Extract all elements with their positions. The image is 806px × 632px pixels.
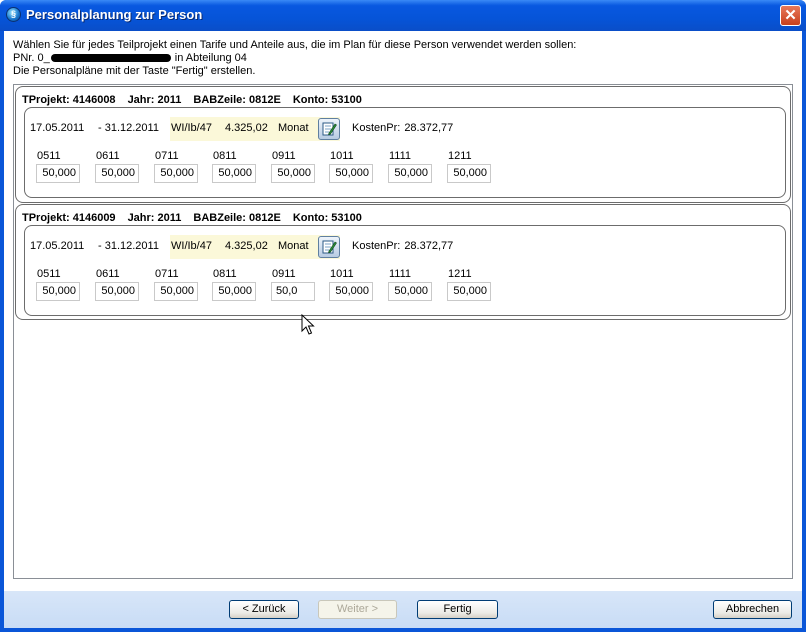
month-share-input[interactable]: 50,000 [212, 164, 256, 183]
intro-pnr-prefix: PNr. 0_ [13, 52, 50, 64]
project-header: TProjekt: 4146008 Jahr: 2011 BABZeile: 081… [22, 94, 374, 106]
kosten-label: KostenPr: [352, 240, 401, 252]
project-group: TProjekt: 4146009 Jahr: 2011 BABZeile: 081… [15, 204, 791, 320]
tarif-amount: 4.325,02 [225, 240, 268, 252]
intro-line-3: Die Personalpläne mit der Taste "Fertig"… [13, 65, 256, 77]
month-label: 0711 [155, 150, 179, 162]
month-label: 0511 [37, 268, 61, 280]
month-share-input[interactable]: 50,000 [447, 164, 491, 183]
cancel-button[interactable]: Abbrechen [713, 600, 792, 619]
month-share-input[interactable]: 50,000 [36, 164, 80, 183]
month-share-input[interactable]: 50,000 [271, 164, 315, 183]
tarif-code: WI/Ib/47 [171, 240, 212, 252]
month-share-input[interactable]: 50,000 [95, 282, 139, 301]
intro-line-1: Wählen Sie für jedes Teilprojekt einen T… [13, 39, 577, 51]
back-button[interactable]: < Zurück [229, 600, 299, 619]
edit-notepad-icon [322, 122, 337, 136]
tarif-row: 17.05.2011 - 31.12.2011 WI/Ib/47 4.325,0… [24, 225, 786, 316]
kosten-info: KostenPr: 28.372,77 [352, 122, 453, 134]
month-share-input[interactable]: 50,000 [388, 282, 432, 301]
project-header: TProjekt: 4146009 Jahr: 2011 BABZeile: 081… [22, 212, 374, 224]
month-share-input[interactable]: 50,0 [271, 282, 315, 301]
project-konto: Konto: 53100 [292, 212, 362, 224]
kosten-info: KostenPr: 28.372,77 [352, 240, 453, 252]
month-share-input[interactable]: 50,000 [212, 282, 256, 301]
dialog-window: § Personalplanung zur Person ✕ Wählen Si… [0, 0, 806, 632]
tarif-row: 17.05.2011 - 31.12.2011 WI/Ib/47 4.325,0… [24, 107, 786, 198]
edit-tarif-button[interactable] [318, 236, 340, 258]
month-label: 0911 [272, 268, 296, 280]
edit-tarif-button[interactable] [318, 118, 340, 140]
finish-button[interactable]: Fertig [417, 600, 498, 619]
month-label: 1111 [389, 150, 412, 162]
month-share-input[interactable]: 50,000 [36, 282, 80, 301]
month-share-input[interactable]: 50,000 [447, 282, 491, 301]
month-share-input[interactable]: 50,000 [154, 164, 198, 183]
project-tprojekt: TProjekt: 4146009 [22, 212, 116, 224]
app-globe-icon: § [6, 7, 21, 22]
month-grid: 0511 50,000 0611 50,000 0711 50,000 0811 50,… [25, 268, 785, 308]
month-share-input[interactable]: 50,000 [154, 282, 198, 301]
month-label: 1011 [330, 150, 354, 162]
month-grid: 0511 50,000 0611 50,000 0711 50,000 0811 50,… [25, 150, 785, 190]
next-button[interactable]: Weiter > [318, 600, 397, 619]
tarif-unit: Monat [278, 122, 309, 134]
project-tprojekt: TProjekt: 4146008 [22, 94, 116, 106]
project-babzeile: BABZeile: 0812E [193, 212, 281, 224]
month-label: 0511 [37, 150, 61, 162]
date-to: - 31.12.2011 [98, 122, 159, 134]
intro-department: in Abteilung 04 [174, 52, 247, 64]
project-konto: Konto: 53100 [292, 94, 362, 106]
month-label: 0811 [213, 268, 237, 280]
kosten-value: 28.372,77 [404, 122, 454, 134]
intro-text: Wählen Sie für jedes Teilprojekt einen T… [13, 39, 576, 78]
tarif-code: WI/Ib/47 [171, 122, 212, 134]
month-share-input[interactable]: 50,000 [95, 164, 139, 183]
redacted-name [50, 54, 171, 63]
kosten-label: KostenPr: [352, 122, 401, 134]
month-label: 0611 [96, 150, 120, 162]
edit-notepad-icon [322, 240, 337, 254]
project-group: TProjekt: 4146008 Jahr: 2011 BABZeile: 081… [15, 86, 791, 203]
month-share-input[interactable]: 50,000 [329, 164, 373, 183]
projects-panel[interactable]: TProjekt: 4146008 Jahr: 2011 BABZeile: 081… [13, 84, 793, 579]
date-from: 17.05.2011 [30, 240, 85, 252]
month-label: 1211 [448, 268, 472, 280]
dialog-client-area: Wählen Sie für jedes Teilprojekt einen T… [4, 31, 802, 628]
close-button[interactable]: ✕ [780, 5, 801, 26]
month-label: 1111 [389, 268, 412, 280]
month-label: 0611 [96, 268, 120, 280]
month-label: 1211 [448, 150, 472, 162]
project-babzeile: BABZeile: 0812E [193, 94, 281, 106]
intro-line-2: PNr. 0_ in Abteilung 04 [13, 52, 576, 65]
project-jahr: Jahr: 2011 [127, 94, 182, 106]
project-jahr: Jahr: 2011 [127, 212, 182, 224]
date-to: - 31.12.2011 [98, 240, 159, 252]
month-label: 1011 [330, 268, 354, 280]
month-label: 0811 [213, 150, 237, 162]
title-bar[interactable]: § Personalplanung zur Person ✕ [0, 0, 806, 31]
kosten-value: 28.372,77 [404, 240, 454, 252]
tarif-unit: Monat [278, 240, 309, 252]
month-label: 0911 [272, 150, 296, 162]
button-bar [4, 591, 802, 628]
mouse-pointer-icon [301, 314, 315, 335]
month-share-input[interactable]: 50,000 [388, 164, 432, 183]
month-label: 0711 [155, 268, 179, 280]
month-share-input[interactable]: 50,000 [329, 282, 373, 301]
window-title: Personalplanung zur Person [26, 7, 203, 22]
tarif-amount: 4.325,02 [225, 122, 268, 134]
date-from: 17.05.2011 [30, 122, 85, 134]
